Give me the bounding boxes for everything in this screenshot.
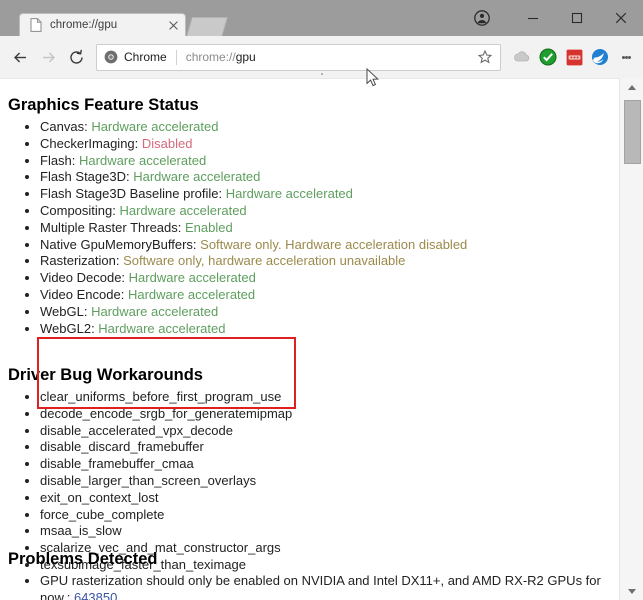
close-icon[interactable] bbox=[163, 15, 183, 35]
site-chip-label: Chrome bbox=[124, 50, 167, 64]
list-item: Canvas: Hardware accelerated bbox=[40, 119, 467, 136]
tab-strip: chrome://gpu bbox=[0, 14, 643, 36]
red-dots-icon[interactable] bbox=[561, 43, 587, 71]
feature-value: Software only, hardware acceleration una… bbox=[123, 253, 406, 269]
menu-dot bbox=[627, 55, 631, 59]
section-heading-driver-bug-workarounds: Driver Bug Workarounds bbox=[8, 366, 203, 384]
feature-value: Hardware accelerated bbox=[133, 169, 261, 185]
url-emphasis: gpu bbox=[235, 50, 256, 64]
driver-bug-workarounds-list: clear_uniforms_before_first_program_use … bbox=[0, 389, 292, 574]
feature-value: Hardware accelerated bbox=[91, 303, 219, 319]
feature-key: Rasterization: bbox=[40, 253, 124, 269]
feature-value: Hardware accelerated bbox=[119, 202, 247, 218]
page-icon bbox=[30, 18, 42, 32]
problem-text: GPU rasterization should only be enabled… bbox=[40, 573, 601, 600]
feature-key: Flash Stage3D Baseline profile: bbox=[40, 186, 226, 202]
list-item: WebGL2: Hardware accelerated bbox=[40, 321, 467, 338]
feature-value: Hardware accelerated bbox=[79, 152, 207, 168]
graphics-feature-status-list: Canvas: Hardware accelerated CheckerImag… bbox=[0, 119, 467, 337]
cloud-icon[interactable] bbox=[509, 43, 535, 71]
three-dot-menu-icon[interactable] bbox=[613, 43, 639, 71]
tab-title: chrome://gpu bbox=[50, 19, 118, 31]
list-item: GPU rasterization should only be enabled… bbox=[40, 573, 605, 600]
browser-window: chrome://gpu Chrome chrome://gpu Graphic… bbox=[0, 0, 643, 600]
reload-button[interactable] bbox=[62, 43, 90, 71]
list-item: Flash Stage3D: Hardware accelerated bbox=[40, 169, 467, 186]
problems-detected-list: GPU rasterization should only be enabled… bbox=[0, 573, 620, 600]
list-item: Multiple Raster Threads: Enabled bbox=[40, 220, 467, 237]
list-item: decode_encode_srgb_for_generatemipmap bbox=[40, 406, 292, 423]
forward-button bbox=[34, 43, 62, 71]
feature-value: Software only. Hardware acceleration dis… bbox=[200, 236, 468, 252]
site-chip[interactable]: Chrome bbox=[104, 50, 167, 64]
feature-value: Hardware accelerated bbox=[128, 270, 256, 286]
feature-key: Video Decode: bbox=[40, 270, 129, 286]
list-item: disable_discard_framebuffer bbox=[40, 439, 292, 456]
list-item: force_cube_complete bbox=[40, 507, 292, 524]
feature-key: Flash Stage3D: bbox=[40, 169, 134, 185]
new-tab-button[interactable] bbox=[187, 18, 227, 36]
chip-separator bbox=[175, 49, 177, 65]
stray-pixel bbox=[321, 73, 323, 75]
star-icon[interactable] bbox=[473, 45, 497, 69]
chrome-logo-icon bbox=[104, 50, 118, 64]
title-bar: chrome://gpu bbox=[0, 0, 643, 36]
list-item: msaa_is_slow bbox=[40, 523, 292, 540]
list-item: Native GpuMemoryBuffers: Software only. … bbox=[40, 237, 467, 254]
blue-bird-icon[interactable] bbox=[587, 43, 613, 71]
bug-link[interactable]: 643850 bbox=[74, 590, 117, 600]
feature-key: Canvas: bbox=[40, 119, 92, 134]
list-item: exit_on_context_lost bbox=[40, 490, 292, 507]
list-item: WebGL: Hardware accelerated bbox=[40, 304, 467, 321]
scroll-up-arrow-icon[interactable] bbox=[620, 78, 643, 96]
gpu-report: Graphics Feature Status Canvas: Hardware… bbox=[0, 78, 620, 600]
list-item: Flash: Hardware accelerated bbox=[40, 153, 467, 170]
list-item: Rasterization: Software only, hardware a… bbox=[40, 253, 467, 270]
url-prefix: chrome:// bbox=[185, 50, 236, 64]
address-bar[interactable]: Chrome chrome://gpu bbox=[96, 43, 501, 71]
list-item: disable_framebuffer_cmaa bbox=[40, 456, 292, 473]
feature-key: Native GpuMemoryBuffers: bbox=[40, 236, 201, 252]
list-item: Compositing: Hardware accelerated bbox=[40, 203, 467, 220]
feature-value: Hardware accelerated bbox=[127, 286, 256, 302]
section-heading-problems-detected: Problems Detected bbox=[8, 550, 158, 568]
green-check-icon[interactable] bbox=[535, 43, 561, 71]
feature-value: Hardware accelerated bbox=[91, 119, 219, 134]
feature-key: Multiple Raster Threads: bbox=[40, 219, 185, 235]
back-button[interactable] bbox=[6, 43, 34, 71]
list-item: Video Decode: Hardware accelerated bbox=[40, 270, 467, 287]
feature-key: WebGL2: bbox=[40, 320, 99, 336]
feature-value: Hardware accelerated bbox=[225, 186, 353, 202]
feature-key: Flash: bbox=[40, 152, 80, 168]
feature-key: Compositing: bbox=[40, 202, 120, 218]
feature-value: Disabled bbox=[141, 135, 193, 151]
tab-chrome-gpu[interactable]: chrome://gpu bbox=[20, 14, 185, 36]
list-item: CheckerImaging: Disabled bbox=[40, 136, 467, 153]
list-item: Video Encode: Hardware accelerated bbox=[40, 287, 467, 304]
scroll-down-arrow-icon[interactable] bbox=[620, 582, 643, 600]
url-text: chrome://gpu bbox=[186, 50, 473, 64]
list-item: disable_larger_than_screen_overlays bbox=[40, 473, 292, 490]
feature-value: Enabled bbox=[185, 219, 233, 235]
scroll-thumb[interactable] bbox=[624, 100, 641, 164]
page-viewport: Graphics Feature Status Canvas: Hardware… bbox=[0, 78, 643, 600]
feature-key: WebGL: bbox=[40, 303, 92, 319]
feature-key: Video Encode: bbox=[40, 286, 128, 302]
section-heading-graphics-feature-status: Graphics Feature Status bbox=[8, 96, 199, 114]
list-item: clear_uniforms_before_first_program_use bbox=[40, 389, 292, 406]
feature-key: CheckerImaging: bbox=[40, 135, 142, 151]
list-item: Flash Stage3D Baseline profile: Hardware… bbox=[40, 186, 467, 203]
feature-value: Hardware accelerated bbox=[98, 320, 226, 336]
list-item: disable_accelerated_vpx_decode bbox=[40, 423, 292, 440]
vertical-scrollbar[interactable] bbox=[619, 78, 643, 600]
